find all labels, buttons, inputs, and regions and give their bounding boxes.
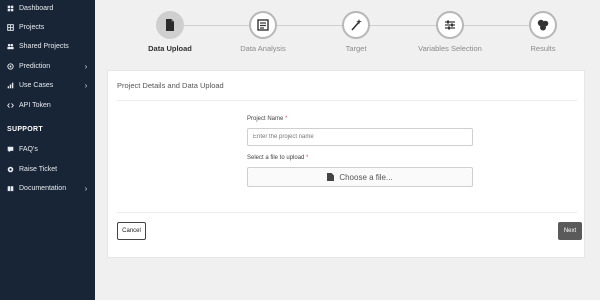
chevron-right-icon: › [84, 80, 88, 90]
shared-projects-icon [7, 43, 14, 50]
support-section-title: SUPPORT [7, 126, 43, 133]
projects-icon [7, 23, 14, 31]
sidebar-item-raise-ticket[interactable]: Raise Ticket [0, 162, 95, 176]
required-mark: * [285, 116, 288, 122]
sidebar-item-api-token[interactable]: API Token [0, 98, 95, 112]
code-icon [7, 102, 14, 109]
cancel-button[interactable]: Cancel [117, 222, 146, 240]
divider [117, 212, 577, 213]
sidebar-item-use-cases[interactable]: Use Cases › [0, 78, 95, 92]
use-cases-icon [7, 82, 14, 89]
choose-file-button[interactable]: Choose a file... [247, 167, 473, 187]
step-label: Data Analysis [240, 44, 286, 53]
step-label: Target [345, 44, 367, 53]
file-upload-label: Select a file to upload * [247, 155, 308, 161]
sliders-icon [436, 11, 464, 39]
sidebar: Dashboard Projects Shared Projects Predi… [0, 0, 95, 300]
sidebar-item-label: Documentation [19, 184, 67, 192]
next-button[interactable]: Next [558, 222, 582, 240]
file-upload-label-text: Select a file to upload [247, 155, 305, 161]
required-mark: * [306, 155, 309, 161]
prediction-icon [7, 62, 14, 70]
results-icon [529, 11, 557, 39]
data-analysis-icon [249, 11, 277, 39]
step-label: Variables Selection [418, 44, 482, 53]
chevron-right-icon: › [84, 61, 88, 71]
sidebar-item-documentation[interactable]: Documentation › [0, 181, 95, 195]
chevron-right-icon: › [84, 183, 88, 193]
sidebar-item-label: FAQ's [19, 145, 38, 153]
sidebar-item-shared-projects[interactable]: Shared Projects [0, 39, 95, 53]
sidebar-item-projects[interactable]: Projects [0, 20, 95, 34]
divider [117, 100, 577, 101]
step-results[interactable]: Results [488, 11, 598, 53]
sidebar-item-label: Projects [19, 23, 45, 31]
ticket-icon [7, 166, 14, 173]
documentation-icon [7, 185, 14, 192]
sidebar-item-label: Use Cases [19, 81, 54, 89]
wizard-stepper: Data Upload Data Analysis Target Variabl… [95, 0, 600, 62]
choose-file-label: Choose a file... [339, 172, 393, 182]
sidebar-item-label: Prediction [19, 62, 51, 70]
step-label: Data Upload [148, 44, 192, 53]
project-name-label: Project Name * [247, 116, 287, 122]
main-content: Data Upload Data Analysis Target Variabl… [95, 0, 600, 300]
sidebar-item-label: Shared Projects [19, 42, 69, 50]
magic-wand-icon [342, 11, 370, 39]
step-label: Results [530, 44, 556, 53]
project-name-input[interactable] [247, 128, 473, 146]
sidebar-item-prediction[interactable]: Prediction › [0, 59, 95, 73]
sidebar-item-dashboard[interactable]: Dashboard [0, 1, 95, 15]
faq-icon [7, 146, 14, 153]
dashboard-icon [7, 5, 14, 12]
file-icon [327, 173, 335, 181]
sidebar-item-label: API Token [19, 101, 51, 109]
project-name-label-text: Project Name [247, 116, 284, 122]
sidebar-item-label: Dashboard [19, 4, 54, 12]
file-upload-icon [156, 11, 184, 39]
sidebar-item-faqs[interactable]: FAQ's [0, 142, 95, 156]
sidebar-item-label: Raise Ticket [19, 165, 58, 173]
project-details-card: Project Details and Data Upload Project … [107, 70, 585, 258]
card-title: Project Details and Data Upload [117, 81, 224, 90]
